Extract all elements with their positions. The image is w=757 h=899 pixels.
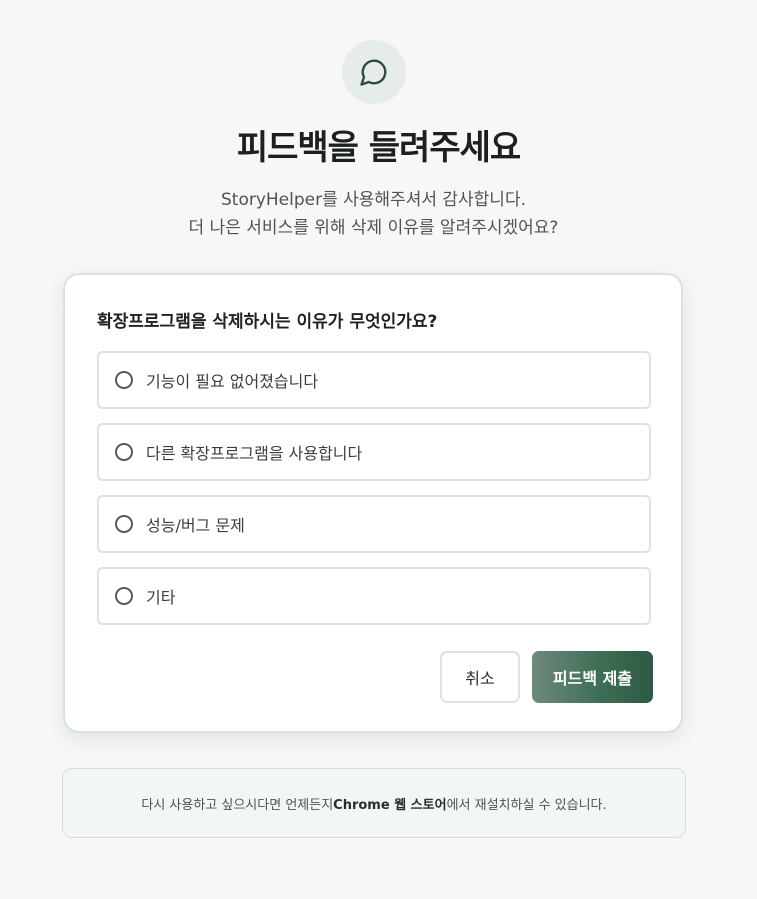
submit-feedback-button[interactable]: 피드백 제출 bbox=[532, 651, 653, 703]
notice-prefix: 다시 사용하고 싶으시다면 언제든지 bbox=[141, 797, 334, 813]
subtitle-line-1: StoryHelper를 사용해주셔서 감사합니다. bbox=[220, 190, 526, 210]
question-label: 확장프로그램을 삭제하시는 이유가 무엇인가요? bbox=[97, 312, 438, 332]
option-using-other-extension[interactable]: 다른 확장프로그램을 사용합니다 bbox=[97, 423, 651, 481]
option-performance-bug[interactable]: 성능/버그 문제 bbox=[97, 495, 651, 553]
option-label: 다른 확장프로그램을 사용합니다 bbox=[146, 444, 363, 463]
chrome-web-store-name: Chrome 웹 스토어 bbox=[333, 797, 447, 813]
notice-suffix: 에서 재설치하실 수 있습니다. bbox=[446, 797, 607, 813]
option-label: 기능이 필요 없어졌습니다 bbox=[146, 372, 319, 391]
option-label: 성능/버그 문제 bbox=[146, 516, 245, 535]
chat-bubble-icon bbox=[360, 59, 387, 86]
radio-button[interactable] bbox=[115, 371, 133, 389]
radio-button[interactable] bbox=[115, 443, 133, 461]
page-title: 피드백을 들려주세요 bbox=[236, 128, 521, 168]
option-other[interactable]: 기타 bbox=[97, 567, 651, 625]
page-subtitle: StoryHelper를 사용해주셔서 감사합니다. 더 나은 서비스를 위해 … bbox=[0, 186, 747, 242]
feedback-form-card: 확장프로그램을 삭제하시는 이유가 무엇인가요? 기능이 필요 없어졌습니다 다… bbox=[63, 273, 683, 733]
cancel-button[interactable]: 취소 bbox=[440, 651, 520, 703]
chat-bubble-icon-badge bbox=[342, 40, 406, 104]
feedback-page: 피드백을 들려주세요 StoryHelper를 사용해주셔서 감사합니다. 더 … bbox=[0, 0, 757, 899]
radio-button[interactable] bbox=[115, 515, 133, 533]
option-no-longer-needed[interactable]: 기능이 필요 없어졌습니다 bbox=[97, 351, 651, 409]
radio-button[interactable] bbox=[115, 587, 133, 605]
reinstall-notice: 다시 사용하고 싶으시다면 언제든지 Chrome 웹 스토어 에서 재설치하실 … bbox=[62, 768, 686, 838]
subtitle-line-2: 더 나은 서비스를 위해 삭제 이유를 알려주시겠어요? bbox=[188, 218, 559, 238]
option-label: 기타 bbox=[146, 588, 176, 607]
